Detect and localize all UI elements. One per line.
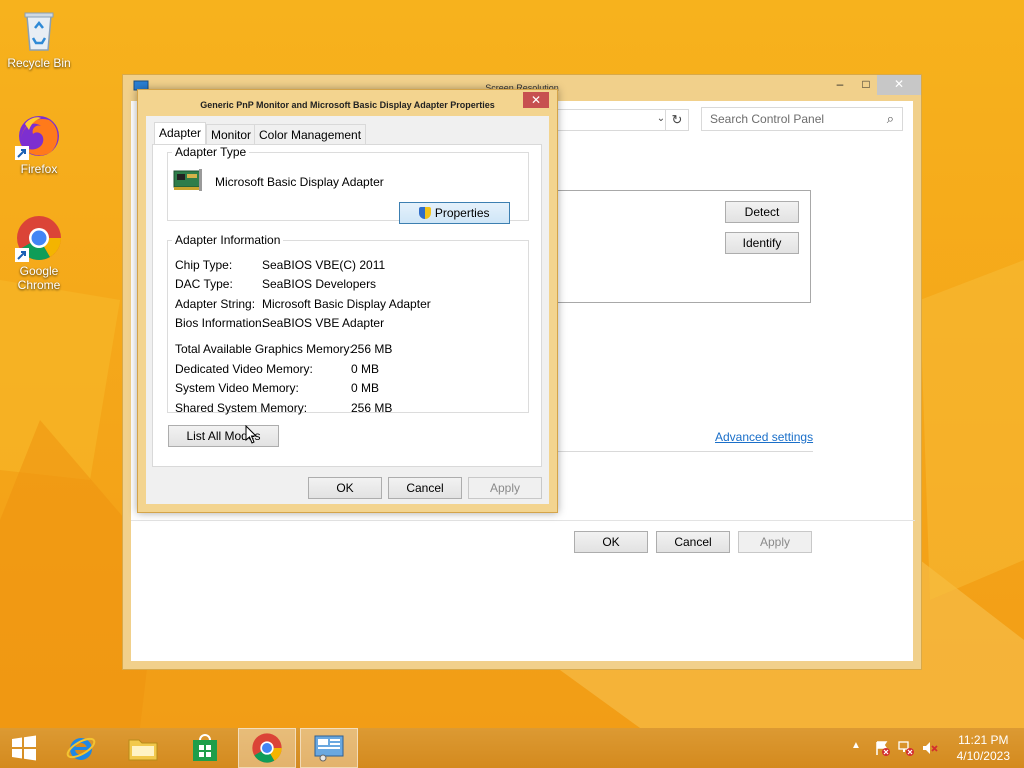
taskbar-internet-explorer[interactable] — [52, 728, 110, 768]
recycle-bin-icon — [15, 6, 63, 54]
internet-explorer-icon — [66, 737, 96, 760]
folder-icon — [128, 739, 158, 761]
network-icon[interactable] — [898, 740, 914, 756]
shared-memory-label: Shared System Memory: — [175, 401, 308, 415]
adapter-properties-dialog: Generic PnP Monitor and Microsoft Basic … — [137, 89, 558, 513]
taskbar-control-panel[interactable] — [300, 728, 358, 768]
dialog-close-button[interactable]: ✕ — [523, 92, 549, 108]
properties-label: Properties — [434, 206, 490, 220]
search-placeholder: Search Control Panel — [710, 112, 825, 126]
search-input[interactable]: Search Control Panel ⌕ — [701, 107, 903, 131]
refresh-button[interactable]: ↻ — [665, 109, 689, 131]
dedicated-memory-value: 0 MB — [351, 362, 380, 376]
total-memory-label: Total Available Graphics Memory: — [175, 342, 353, 356]
chip-type-value: SeaBIOS VBE(C) 2011 — [262, 258, 386, 272]
total-memory-value: 256 MB — [351, 342, 393, 356]
start-button[interactable] — [0, 728, 48, 768]
chip-type-label: Chip Type: — [175, 258, 233, 272]
store-icon — [193, 734, 217, 761]
clock-time: 11:21 PM — [958, 733, 1009, 747]
identify-button[interactable]: Identify — [725, 232, 799, 254]
properties-button[interactable]: Properties — [399, 202, 510, 224]
ok-button[interactable]: OK — [574, 531, 648, 553]
shared-memory-value: 256 MB — [351, 401, 393, 415]
volume-muted-icon[interactable] — [922, 740, 938, 756]
system-memory-label: System Video Memory: — [175, 381, 299, 395]
desktop-icon-firefox[interactable]: Firefox — [1, 112, 77, 176]
chrome-icon — [15, 214, 63, 262]
dedicated-memory-label: Dedicated Video Memory: — [175, 362, 313, 376]
divider — [551, 451, 813, 452]
taskbar-google-chrome[interactable] — [238, 728, 296, 768]
dialog-ok-button[interactable]: OK — [308, 477, 382, 499]
google-chrome-label: Google Chrome — [17, 264, 61, 292]
adapter-string-label: Adapter String: — [175, 297, 256, 311]
dialog-title: Generic PnP Monitor and Microsoft Basic … — [200, 100, 495, 110]
dac-type-label: DAC Type: — [175, 277, 233, 291]
adapter-name: Microsoft Basic Display Adapter — [215, 175, 384, 189]
footer-divider — [131, 520, 915, 521]
close-button[interactable]: ✕ — [877, 75, 921, 95]
minimize-button[interactable]: – — [827, 75, 853, 95]
advanced-settings-link[interactable]: Advanced settings — [715, 430, 813, 444]
apply-button[interactable]: Apply — [738, 531, 812, 553]
tab-color-management[interactable]: Color Management — [254, 124, 367, 144]
control-panel-icon — [314, 735, 344, 762]
display-adapter-icon — [173, 169, 202, 191]
recycle-bin-label: Recycle Bin — [7, 56, 71, 70]
tab-adapter[interactable]: Adapter — [154, 122, 207, 145]
adapter-tab-panel: Adapter Type Microsoft Basic Display Ada… — [152, 144, 542, 467]
windows-logo-icon — [12, 735, 36, 761]
bios-information-value: SeaBIOS VBE Adapter — [262, 316, 385, 330]
desktop-icon-google-chrome[interactable]: Google Chrome — [1, 214, 77, 292]
list-all-modes-button[interactable]: List All Modes — [168, 425, 279, 447]
uac-shield-icon — [419, 207, 432, 219]
system-memory-value: 0 MB — [351, 381, 380, 395]
dac-type-value: SeaBIOS Developers — [262, 277, 377, 291]
firefox-icon — [15, 112, 63, 160]
action-center-flag-icon[interactable] — [874, 740, 890, 756]
show-hidden-icons-button[interactable]: ▲ — [851, 740, 861, 751]
taskbar: ▲ 11:21 PM 4/10/2023 — [0, 728, 1024, 768]
maximize-button[interactable]: □ — [853, 75, 879, 95]
taskbar-file-explorer[interactable] — [114, 728, 172, 768]
shortcut-arrow-icon — [15, 248, 29, 262]
search-icon: ⌕ — [886, 111, 894, 126]
adapter-string-value: Microsoft Basic Display Adapter — [262, 297, 431, 311]
taskbar-store[interactable] — [176, 728, 234, 768]
bios-information-label: Bios Information: — [175, 316, 266, 330]
chrome-icon — [252, 733, 282, 763]
adapter-type-legend: Adapter Type — [175, 145, 247, 159]
tab-monitor[interactable]: Monitor — [206, 124, 257, 144]
dialog-cancel-button[interactable]: Cancel — [388, 477, 462, 499]
cancel-button[interactable]: Cancel — [656, 531, 730, 553]
detect-button[interactable]: Detect — [725, 201, 799, 223]
mouse-cursor-icon — [245, 425, 258, 444]
firefox-label: Firefox — [20, 162, 58, 176]
shortcut-arrow-icon — [15, 146, 29, 160]
taskbar-clock[interactable]: 11:21 PM 4/10/2023 — [957, 732, 1010, 764]
dialog-body: Adapter Monitor Color Management Adapter… — [146, 116, 549, 504]
clock-date: 4/10/2023 — [956, 749, 1010, 763]
dialog-apply-button[interactable]: Apply — [468, 477, 542, 499]
adapter-information-legend: Adapter Information — [175, 233, 281, 247]
desktop-icon-recycle-bin[interactable]: Recycle Bin — [1, 6, 77, 70]
